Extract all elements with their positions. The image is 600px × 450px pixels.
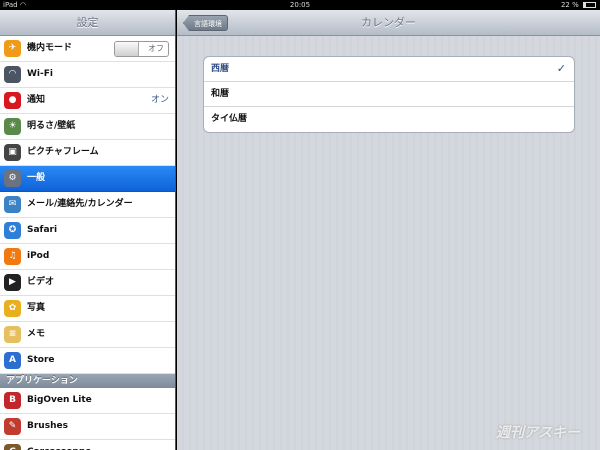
sidebar-item-photos[interactable]: ✿ 写真 <box>0 296 175 322</box>
status-bar: iPad ◠ 20:05 22 % <box>0 0 600 10</box>
sidebar-item-label: Store <box>27 355 55 365</box>
sidebar-item-notes[interactable]: ≡ メモ <box>0 322 175 348</box>
bigoven-icon: B <box>4 392 21 409</box>
calendar-option-label: 西暦 <box>211 64 230 74</box>
calendar-option[interactable]: 西暦 ✓ <box>204 57 574 82</box>
sidebar-item-safari[interactable]: ✪ Safari <box>0 218 175 244</box>
sidebar-title: 設定 <box>0 10 175 36</box>
detail-header: 言語環境 カレンダー <box>177 10 600 36</box>
notification-icon: ● <box>4 92 21 109</box>
gear-icon: ⚙ <box>4 170 21 187</box>
sidebar-item-value: オン <box>150 95 169 105</box>
battery-icon <box>583 2 596 8</box>
status-time: 20:05 <box>289 1 311 9</box>
sidebar-item-bigoven[interactable]: B BigOven Lite <box>0 388 175 414</box>
toggle-knob <box>115 42 139 56</box>
sidebar-item-wifi[interactable]: ◠ Wi-Fi <box>0 62 175 88</box>
sidebar-item-label: 一般 <box>27 173 46 183</box>
sidebar-item-label: メール/連絡先/カレンダー <box>27 199 133 209</box>
sidebar-item-airplane[interactable]: ✈ 機内モード オフ <box>0 36 175 62</box>
settings-sidebar: 設定 ✈ 機内モード オフ ◠ Wi-Fi ● 通知 オン ☀ 明るさ/壁紙 ▣ ピクチャフレーム ⚙ 一… <box>0 10 176 450</box>
airplane-mode-toggle[interactable]: オフ <box>114 41 169 57</box>
calendar-options-list: 西暦 ✓ 和暦タイ仏暦 <box>203 56 575 133</box>
calendar-option[interactable]: 和暦 <box>204 82 574 107</box>
safari-icon: ✪ <box>4 222 21 239</box>
status-right: 22 % <box>561 0 596 10</box>
sidebar-item-gear[interactable]: ⚙ 一般 <box>0 166 175 192</box>
apps-list: B BigOven Lite ✎ Brushes C Carcassonne <box>0 388 175 450</box>
calendar-option[interactable]: タイ仏暦 <box>204 107 574 132</box>
sidebar-item-label: ビデオ <box>27 277 55 287</box>
video-icon: ▶ <box>4 274 21 291</box>
sidebar-item-notification[interactable]: ● 通知 オン <box>0 88 175 114</box>
airplane-icon: ✈ <box>4 40 21 57</box>
sidebar-item-video[interactable]: ▶ ビデオ <box>0 270 175 296</box>
mail-icon: ✉ <box>4 196 21 213</box>
sidebar-item-label: 明るさ/壁紙 <box>27 121 76 131</box>
sidebar-item-store[interactable]: A Store <box>0 348 175 374</box>
sidebar-item-label: Carcassonne <box>27 440 91 450</box>
photos-icon: ✿ <box>4 300 21 317</box>
apps-section-header: アプリケーション <box>0 374 175 388</box>
brushes-icon: ✎ <box>4 418 21 435</box>
store-icon: A <box>4 352 21 369</box>
sidebar-item-label: Brushes <box>27 421 68 431</box>
detail-title: カレンダー <box>361 16 416 29</box>
picture-frame-icon: ▣ <box>4 144 21 161</box>
sidebar-item-label: ピクチャフレーム <box>27 147 99 157</box>
carcassonne-icon: C <box>4 444 21 450</box>
sidebar-item-mail[interactable]: ✉ メール/連絡先/カレンダー <box>0 192 175 218</box>
sidebar-list: ✈ 機内モード オフ ◠ Wi-Fi ● 通知 オン ☀ 明るさ/壁紙 ▣ ピクチャフレーム ⚙ 一般 ✉ メ… <box>0 36 175 374</box>
ipod-icon: ♫ <box>4 248 21 265</box>
sidebar-item-label: 通知 <box>27 95 46 105</box>
brightness-icon: ☀ <box>4 118 21 135</box>
wifi-icon: ◠ <box>4 66 21 83</box>
sidebar-item-label: iPod <box>27 251 50 261</box>
sidebar-item-label: 写真 <box>27 303 46 313</box>
watermark: 週刊アスキー <box>496 425 580 441</box>
sidebar-item-label: Safari <box>27 225 58 235</box>
sidebar-item-label: 機内モード <box>27 43 73 53</box>
toggle-text: オフ <box>148 44 164 53</box>
sidebar-item-brushes[interactable]: ✎ Brushes <box>0 414 175 440</box>
sidebar-item-label: メモ <box>27 329 46 339</box>
sidebar-item-carcassonne[interactable]: C Carcassonne <box>0 440 175 450</box>
sidebar-item-brightness[interactable]: ☀ 明るさ/壁紙 <box>0 114 175 140</box>
sidebar-item-picture-frame[interactable]: ▣ ピクチャフレーム <box>0 140 175 166</box>
sidebar-item-ipod[interactable]: ♫ iPod <box>0 244 175 270</box>
battery-percent: 22 % <box>560 1 579 9</box>
sidebar-item-label: BigOven Lite <box>27 395 92 405</box>
checkmark-icon: ✓ <box>556 62 566 75</box>
sidebar-item-label: Wi-Fi <box>27 69 53 79</box>
calendar-option-label: タイ仏暦 <box>211 114 248 124</box>
calendar-option-label: 和暦 <box>211 89 230 99</box>
notes-icon: ≡ <box>4 326 21 343</box>
detail-pane: 言語環境 カレンダー 西暦 ✓ 和暦タイ仏暦 週刊アスキー <box>177 10 600 450</box>
battery-fill <box>584 3 587 7</box>
